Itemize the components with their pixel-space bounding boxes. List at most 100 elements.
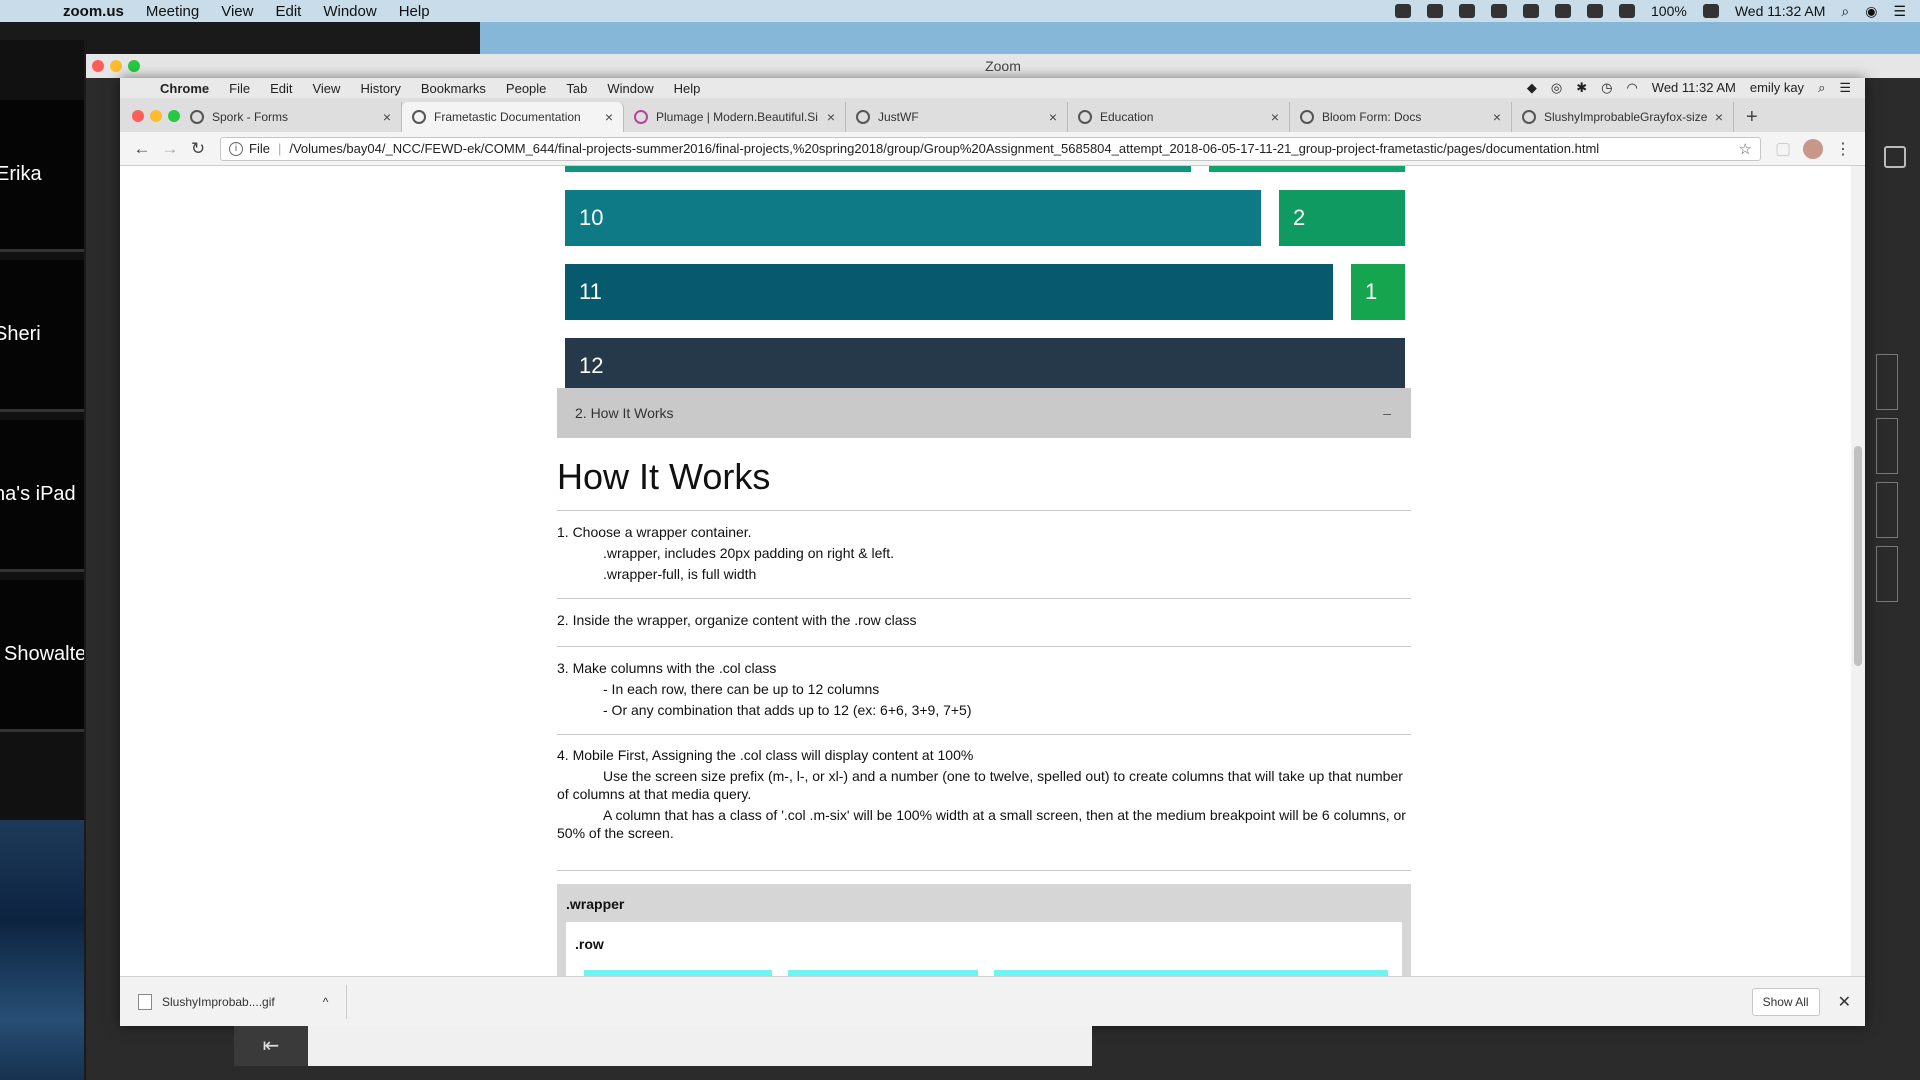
messages-icon[interactable] [1427, 4, 1444, 18]
menu-people[interactable]: People [496, 81, 556, 96]
zoom-window-icon[interactable] [128, 60, 140, 72]
scrollbar-thumb[interactable] [1854, 446, 1862, 666]
step-paragraph: Use the screen size prefix (m-, l-, or x… [557, 768, 1403, 802]
menu-window[interactable]: Window [312, 3, 387, 20]
tab-justwf[interactable]: JustWF × [846, 102, 1068, 132]
feather-icon [634, 110, 648, 124]
toolbar: ← → ↻ i File | /Volumes/bay04/_NCC/FEWD-… [120, 132, 1865, 166]
menu-view[interactable]: View [302, 81, 350, 96]
user-name[interactable]: emily kay [1750, 80, 1804, 96]
menu-edit[interactable]: Edit [264, 3, 312, 20]
tab-slushy-grayfox[interactable]: SlushyImprobableGrayfox-size × [1512, 102, 1734, 132]
zoom-toolbar: ⇤ [234, 1026, 1092, 1066]
info-icon[interactable]: i [229, 141, 243, 156]
menu-help[interactable]: Help [388, 3, 441, 20]
menu-window[interactable]: Window [597, 81, 663, 96]
close-tab-icon[interactable]: × [605, 109, 613, 125]
tab-spork-forms[interactable]: Spork - Forms × [180, 102, 402, 132]
time-machine-icon[interactable] [1523, 4, 1540, 18]
grid-col [1209, 166, 1405, 172]
close-tab-icon[interactable]: × [1493, 109, 1501, 125]
menu-bookmarks[interactable]: Bookmarks [411, 81, 496, 96]
close-tab-icon[interactable]: × [1271, 109, 1279, 125]
menu-tab[interactable]: Tab [556, 81, 597, 96]
creative-cloud-icon[interactable]: ◎ [1551, 80, 1562, 96]
tab-plumage[interactable]: Plumage | Modern.Beautiful.Si × [624, 102, 846, 132]
accordion-header-how-it-works[interactable]: 2. How It Works – [557, 388, 1411, 438]
notification-center-icon[interactable]: ☰ [1893, 3, 1906, 20]
dropbox-icon[interactable]: ◆ [1527, 80, 1537, 96]
volume-icon[interactable] [1619, 4, 1636, 18]
minimize-window-icon[interactable] [150, 110, 162, 122]
spotlight-icon[interactable]: ⌕ [1841, 3, 1849, 20]
close-window-icon[interactable] [132, 110, 144, 122]
globe-icon [190, 110, 204, 124]
slack-icon[interactable]: ✱ [1576, 80, 1587, 96]
tab-frametastic-documentation[interactable]: Frametastic Documentation × [402, 102, 624, 132]
zoom-status-icon[interactable] [1395, 4, 1412, 18]
close-tab-icon[interactable]: × [1715, 109, 1723, 125]
more-menu-icon[interactable]: ⋮ [1829, 139, 1857, 159]
wifi-icon[interactable]: ◠ [1626, 80, 1637, 96]
menu-clock[interactable]: Wed 11:32 AM [1735, 3, 1826, 19]
download-filename[interactable]: SlushyImprobab....gif [162, 995, 275, 1009]
chrome-menu-bar: Chrome File Edit View History Bookmarks … [120, 78, 1865, 98]
new-tab-button[interactable]: + [1734, 102, 1770, 132]
scrollbar[interactable] [1851, 166, 1865, 976]
participant-name: na's iPad [0, 483, 76, 505]
participant-tile[interactable]: na's iPad [0, 420, 84, 572]
spotlight-icon[interactable]: ⌕ [1818, 80, 1825, 96]
wifi-icon[interactable] [1587, 4, 1604, 18]
back-icon[interactable]: ← [128, 139, 156, 159]
step-title: 2. Inside the wrapper, organize content … [557, 612, 917, 628]
battery-icon[interactable] [1702, 4, 1719, 18]
menu-edit[interactable]: Edit [260, 81, 302, 96]
globe-icon [1300, 110, 1314, 124]
participant-panel: Erika Sheri na's iPad Showalte [0, 40, 84, 1080]
close-tab-icon[interactable]: × [1049, 109, 1057, 125]
menu-history[interactable]: History [350, 81, 410, 96]
reload-icon[interactable]: ↻ [184, 139, 212, 159]
participant-tile[interactable]: Erika [0, 100, 84, 252]
close-window-icon[interactable] [92, 60, 104, 72]
url-text[interactable]: /Volumes/bay04/_NCC/FEWD-ek/COMM_644/fin… [289, 141, 1599, 156]
zoom-window-icon[interactable] [168, 110, 180, 122]
bookmark-star-icon[interactable]: ☆ [1729, 140, 1752, 158]
extension-icon[interactable]: ▢ [1769, 139, 1797, 159]
forward-icon[interactable]: → [156, 139, 184, 159]
menu-view[interactable]: View [210, 3, 264, 20]
address-bar[interactable]: i File | /Volumes/bay04/_NCC/FEWD-ek/COM… [220, 136, 1761, 161]
grid-col-12: 12 [565, 338, 1405, 394]
menu-chrome[interactable]: Chrome [150, 81, 219, 96]
menu-meeting[interactable]: Meeting [135, 3, 210, 20]
step-2: 2. Inside the wrapper, organize content … [557, 610, 1411, 631]
menu-zoom-us[interactable]: zoom.us [52, 3, 135, 20]
menu-clock[interactable]: Wed 11:32 AM [1652, 80, 1736, 96]
close-tab-icon[interactable]: × [383, 109, 391, 125]
show-all-button[interactable]: Show All [1751, 987, 1820, 1016]
avatar[interactable] [1803, 138, 1823, 159]
participant-name: Erika [0, 163, 42, 185]
wrapper-label: .wrapper [566, 896, 625, 912]
menu-file[interactable]: File [219, 81, 260, 96]
siri-icon[interactable]: ◉ [1865, 3, 1877, 20]
collapse-icon[interactable]: – [1383, 388, 1391, 438]
creative-cloud-icon[interactable] [1459, 4, 1476, 18]
airplay-icon[interactable] [1491, 4, 1508, 18]
divider [557, 646, 1411, 647]
tab-education[interactable]: Education × [1068, 102, 1290, 132]
tab-bloom-form-docs[interactable]: Bloom Form: Docs × [1290, 102, 1512, 132]
notification-center-icon[interactable]: ☰ [1839, 80, 1851, 96]
close-tab-icon[interactable]: × [827, 109, 835, 125]
close-icon[interactable]: ✕ [1838, 992, 1851, 1012]
minimize-window-icon[interactable] [110, 60, 122, 72]
menu-help[interactable]: Help [664, 81, 711, 96]
collapse-sidebar-icon[interactable]: ⇤ [234, 1026, 308, 1066]
battery-percent[interactable]: 100% [1651, 3, 1687, 19]
time-machine-icon[interactable]: ◷ [1601, 80, 1612, 96]
participant-tile[interactable]: Showalte [0, 580, 84, 732]
chevron-up-icon[interactable]: ^ [323, 984, 348, 1019]
fullscreen-icon[interactable] [1884, 146, 1906, 168]
participant-tile[interactable]: Sheri [0, 260, 84, 412]
bluetooth-icon[interactable] [1555, 4, 1572, 18]
